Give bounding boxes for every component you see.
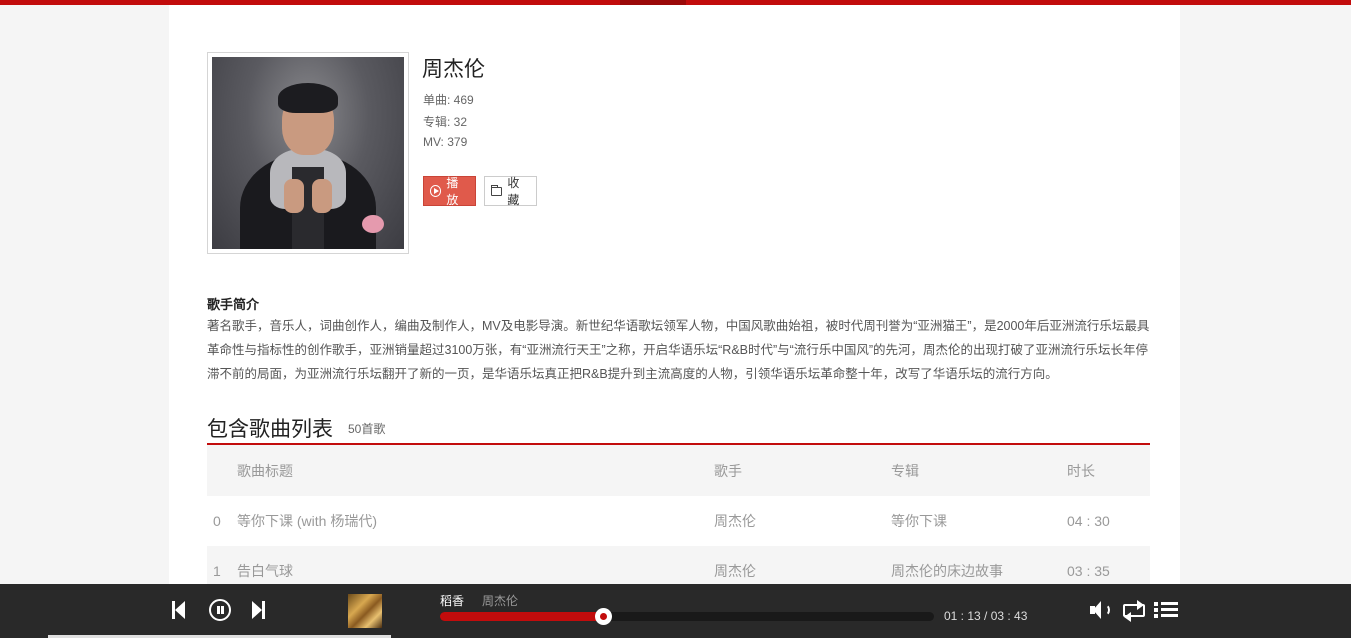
song-duration: 03 : 35 <box>1067 563 1110 579</box>
bio-heading: 歌手简介 <box>207 297 260 312</box>
now-playing-cover[interactable] <box>348 594 382 628</box>
volume-icon[interactable] <box>1088 598 1112 622</box>
table-row[interactable]: 0 等你下课 (with 杨瑞代) 周杰伦 等你下课 04 : 30 <box>207 496 1150 546</box>
song-album[interactable]: 等你下课 <box>891 511 947 531</box>
artist-page: 周杰伦 单曲: 469 专辑: 32 MV: 379 播放 收藏 歌手简介 著名… <box>169 5 1180 638</box>
play-circle-icon <box>430 185 442 197</box>
artist-name: 周杰伦 <box>422 58 485 81</box>
bio-text: 著名歌手，音乐人，词曲创作人，编曲及制作人，MV及电影导演。新世纪华语歌坛领军人… <box>207 319 1150 381</box>
albums-count: 专辑: 32 <box>423 115 468 129</box>
artist-photo <box>207 52 409 254</box>
folder-icon <box>491 184 503 196</box>
song-count: 50首歌 <box>348 422 386 436</box>
song-singer[interactable]: 周杰伦 <box>714 561 756 581</box>
column-singer: 歌手 <box>714 462 742 479</box>
next-icon[interactable] <box>248 598 272 622</box>
song-album[interactable]: 周杰伦的床边故事 <box>891 561 1003 581</box>
column-album: 专辑 <box>891 462 919 479</box>
artist-portrait-image <box>212 57 404 249</box>
song-title[interactable]: 等你下课 (with 杨瑞代) <box>237 511 377 531</box>
singles-count: 单曲: 469 <box>423 93 474 107</box>
play-button-label: 播放 <box>446 176 459 207</box>
prev-icon[interactable] <box>167 598 191 622</box>
song-duration: 04 : 30 <box>1067 513 1110 529</box>
playlist-icon[interactable] <box>1154 598 1178 622</box>
playback-time: 01 : 13 / 03 : 43 <box>944 609 1028 623</box>
progress-handle[interactable] <box>595 608 613 625</box>
favorite-button[interactable]: 收藏 <box>484 176 537 207</box>
progress-bar[interactable] <box>440 608 934 625</box>
play-button[interactable]: 播放 <box>423 176 476 207</box>
table-header: 歌曲标题 歌手 专辑 时长 <box>207 445 1150 496</box>
loop-icon[interactable] <box>1122 598 1146 622</box>
row-index: 1 <box>213 563 221 579</box>
mv-count: MV: 379 <box>423 135 468 149</box>
song-table: 歌曲标题 歌手 专辑 时长 0 等你下课 (with 杨瑞代) 周杰伦 等你下课… <box>207 445 1150 596</box>
song-list-heading: 包含歌曲列表 <box>207 418 333 441</box>
player-bar: 稻香 周杰伦 01 : 13 / 03 : 43 <box>0 584 1351 638</box>
now-playing-artist[interactable]: 周杰伦 <box>482 592 518 609</box>
now-playing-title[interactable]: 稻香 <box>440 592 464 609</box>
row-index: 0 <box>213 513 221 529</box>
pause-icon[interactable] <box>208 598 232 622</box>
progress-fill <box>440 612 604 621</box>
favorite-button-label: 收藏 <box>507 176 520 207</box>
column-title: 歌曲标题 <box>237 462 293 479</box>
song-singer[interactable]: 周杰伦 <box>714 511 756 531</box>
song-title[interactable]: 告白气球 <box>237 561 293 581</box>
column-duration: 时长 <box>1067 462 1095 479</box>
